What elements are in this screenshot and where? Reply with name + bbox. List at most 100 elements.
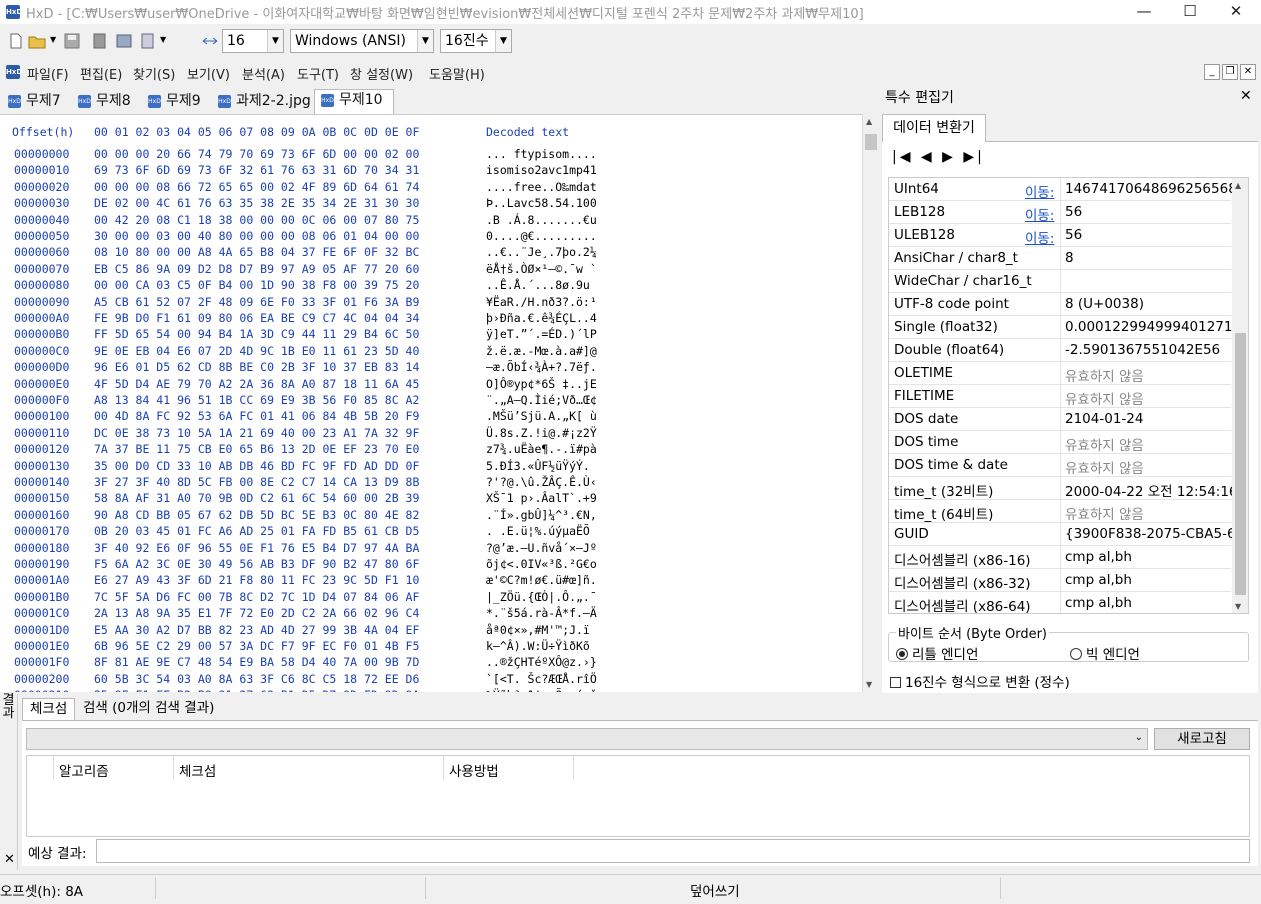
tab-untitled7[interactable]: HxD 무제7: [2, 91, 70, 114]
inspector-row[interactable]: time_t (32비트) 2000-04-22 오전 12:54:16: [889, 477, 1233, 500]
row-bytes[interactable]: 96 E6 01 D5 62 CD 8B BE C0 2B 3F 10 37 E…: [94, 360, 419, 374]
inspector-row[interactable]: FILETIME 유효하지 않음: [889, 385, 1231, 408]
row-bytes[interactable]: 00 00 00 08 66 72 65 65 00 02 4F 89 6D 6…: [94, 180, 419, 194]
row-offset[interactable]: 00000060: [14, 245, 69, 259]
expected-result-input[interactable]: [96, 839, 1250, 863]
row-decoded-text[interactable]: isomiso2avc1mp41: [486, 163, 597, 177]
row-offset[interactable]: 000000D0: [14, 360, 69, 374]
row-offset[interactable]: 00000030: [14, 196, 69, 210]
row-offset[interactable]: 000000E0: [14, 377, 69, 391]
mdi-minimize-button[interactable]: _: [1204, 64, 1220, 80]
menu-window[interactable]: 창 설정(W): [350, 64, 413, 83]
inspector-row[interactable]: 디스어셈블리 (x86-16) cmp al,bh: [889, 546, 1231, 569]
inspector-value[interactable]: 8: [1065, 250, 1233, 266]
row-offset[interactable]: 00000160: [14, 508, 69, 522]
row-offset[interactable]: 00000000: [14, 147, 69, 161]
row-decoded-text[interactable]: 0....@€.........: [486, 229, 597, 243]
row-bytes[interactable]: 00 4D 8A FC 92 53 6A FC 01 41 06 84 4B 5…: [94, 409, 419, 423]
inspector-row[interactable]: GUID {3900F838-2075-CBA5-61: [889, 523, 1233, 546]
inspector-value[interactable]: cmp al,bh: [1065, 595, 1233, 611]
inspector-row[interactable]: DOS time & date 유효하지 않음: [889, 454, 1231, 477]
inspector-value[interactable]: 56: [1065, 204, 1233, 220]
menu-help[interactable]: 도움말(H): [429, 64, 485, 83]
inspector-value[interactable]: 8 (U+0038): [1065, 296, 1233, 312]
row-bytes[interactable]: DC 0E 38 73 10 5A 1A 21 69 40 00 23 A1 7…: [94, 426, 419, 440]
row-bytes[interactable]: 58 8A AF 31 A0 70 9B 0D C2 61 6C 54 60 0…: [94, 491, 419, 505]
export-dropdown-icon[interactable]: ▼: [160, 35, 166, 44]
properties-icon[interactable]: [115, 32, 133, 50]
tab-untitled10[interactable]: HxD 무제10: [314, 89, 394, 114]
row-bytes[interactable]: DE 02 00 4C 61 76 63 35 38 2E 35 34 2E 3…: [94, 196, 419, 210]
inspector-value[interactable]: {3900F838-2075-CBA5-61: [1065, 526, 1233, 542]
maximize-button[interactable]: ☐: [1167, 0, 1213, 24]
save-icon[interactable]: [63, 32, 81, 50]
row-decoded-text[interactable]: Þ..Lavc58.54.100: [486, 196, 597, 210]
inspector-value[interactable]: -2.5901367551042E56: [1065, 342, 1233, 358]
tab-data-inspector[interactable]: 데이터 변환기: [882, 114, 986, 142]
algorithm-column-header[interactable]: 알고리즘: [59, 760, 109, 780]
row-decoded-text[interactable]: ?@’æ.–U.ñvå´×—Jº: [486, 541, 597, 555]
row-decoded-text[interactable]: ....free..O‰mdat: [486, 180, 597, 194]
row-bytes[interactable]: E5 AA 30 A2 D7 BB 82 23 AD 4D 27 99 3B 4…: [94, 623, 419, 637]
close-button[interactable]: ✕: [1213, 0, 1259, 24]
mdi-restore-button[interactable]: ❐: [1222, 64, 1238, 80]
row-decoded-text[interactable]: |_ZÖü.{ŒÒ|.Ô.„.¯: [486, 590, 597, 604]
menu-tools[interactable]: 도구(T): [297, 64, 339, 83]
inspector-value[interactable]: 유효하지 않음: [1065, 434, 1233, 454]
row-offset[interactable]: 00000080: [14, 278, 69, 292]
row-offset[interactable]: 00000200: [14, 672, 69, 686]
row-offset[interactable]: 00000140: [14, 475, 69, 489]
encoding-select[interactable]: Windows (ANSI) ▼: [290, 29, 434, 53]
inspector-row[interactable]: OLETIME 유효하지 않음: [889, 362, 1231, 385]
inspector-value[interactable]: 유효하지 않음: [1065, 388, 1233, 408]
tab-search-results[interactable]: 검색 (0개의 검색 결과): [76, 698, 221, 720]
row-decoded-text[interactable]: æ'©C?m!ø€.ü#œ]ñ.: [486, 573, 597, 587]
row-decoded-text[interactable]: .MŠü’Sjü.A.„K[ ù: [486, 409, 597, 423]
row-bytes[interactable]: 0B 20 03 45 01 FC A6 AD 25 01 FA FD B5 6…: [94, 524, 419, 538]
row-bytes[interactable]: 4F 5D D4 AE 79 70 A2 2A 36 8A A0 87 18 1…: [94, 377, 419, 391]
row-offset[interactable]: 00000190: [14, 557, 69, 571]
row-offset[interactable]: 00000210: [14, 688, 69, 692]
tab-untitled9[interactable]: HxD 무제9: [142, 91, 210, 114]
menu-analysis[interactable]: 분석(A): [242, 64, 285, 83]
row-decoded-text[interactable]: ..Ê.Å.´...8ø.9u: [486, 278, 597, 292]
little-endian-radio[interactable]: 리틀 엔디언: [896, 643, 978, 663]
row-offset[interactable]: 000000C0: [14, 344, 69, 358]
inspector-value[interactable]: 유효하지 않음: [1065, 457, 1233, 477]
row-bytes[interactable]: A5 CB 61 52 07 2F 48 09 6E F0 33 3F 01 F…: [94, 295, 419, 309]
row-decoded-text[interactable]: –æ.ÕbÍ‹¾À+?.7ëƒ.: [486, 360, 597, 374]
row-offset[interactable]: 000001D0: [14, 623, 69, 637]
goto-link[interactable]: 이동:: [1025, 204, 1054, 224]
row-decoded-text[interactable]: ëÅ†š.ÒØ×¹—©.¯w `: [486, 262, 597, 276]
hex-editor[interactable]: Offset(h) 00 01 02 03 04 05 06 07 08 09 …: [0, 114, 862, 692]
record-navigation[interactable]: |◀ ◀ ▶ ▶|: [892, 149, 985, 165]
row-bytes[interactable]: 7C 5F 5A D6 FC 00 7B 8C D2 7C 1D D4 07 8…: [94, 590, 419, 604]
row-decoded-text[interactable]: ..€..¨Je¸.7þo.2¼: [486, 245, 597, 259]
row-decoded-text[interactable]: *.¨š5á.rà-Â*f.–Ä: [486, 606, 597, 620]
row-decoded-text[interactable]: z7¾.uËàe¶.-.ï#pà: [486, 442, 597, 456]
scroll-up-icon[interactable]: ▲: [866, 117, 872, 126]
row-decoded-text[interactable]: Ü.8s.Z.!i@.#¡z2Ÿ: [486, 426, 597, 440]
inspector-row[interactable]: DOS date 2104-01-24: [889, 408, 1231, 431]
inspector-row[interactable]: 디스어셈블리 (x86-64) cmp al,bh: [889, 592, 1233, 613]
row-decoded-text[interactable]: ÿ]eT.”´.=ÉD.)´lP: [486, 327, 597, 341]
row-bytes[interactable]: F5 6A A2 3C 0E 30 49 56 AB B3 DF 90 B2 4…: [94, 557, 419, 571]
row-bytes[interactable]: 08 10 80 00 00 A8 4A 65 B8 04 37 FE 6F 0…: [94, 245, 419, 259]
scroll-thumb[interactable]: [1235, 333, 1246, 595]
inspector-row[interactable]: 디스어셈블리 (x86-32) cmp al,bh: [889, 569, 1231, 592]
menu-edit[interactable]: 편집(E): [80, 64, 122, 83]
row-decoded-text[interactable]: ž.ë.æ.-Mœ.à.a#]@: [486, 344, 597, 358]
row-decoded-text[interactable]: åª0¢×»‚#­M'™;J.ï: [486, 623, 590, 637]
inspector-row[interactable]: Double (float64) -2.5901367551042E56: [889, 339, 1231, 362]
row-offset[interactable]: 000000F0: [14, 393, 69, 407]
scroll-down-icon[interactable]: ▼: [1235, 602, 1241, 611]
inspector-value[interactable]: cmp al,bh: [1065, 572, 1233, 588]
row-offset[interactable]: 000001C0: [14, 606, 69, 620]
menu-view[interactable]: 보기(V): [187, 64, 230, 83]
menu-file[interactable]: 파일(F): [27, 64, 69, 83]
inspector-row[interactable]: UInt64 이동: 14674170648696256568: [889, 178, 1233, 201]
inspector-row[interactable]: DOS time 유효하지 않음: [889, 431, 1231, 454]
row-bytes[interactable]: EB C5 86 9A 09 D2 D8 D7 B9 97 A9 05 AF 7…: [94, 262, 419, 276]
row-bytes[interactable]: 3F 40 92 E6 0F 96 55 0E F1 76 E5 B4 D7 9…: [94, 541, 419, 555]
inspector-value[interactable]: 56: [1065, 227, 1233, 243]
